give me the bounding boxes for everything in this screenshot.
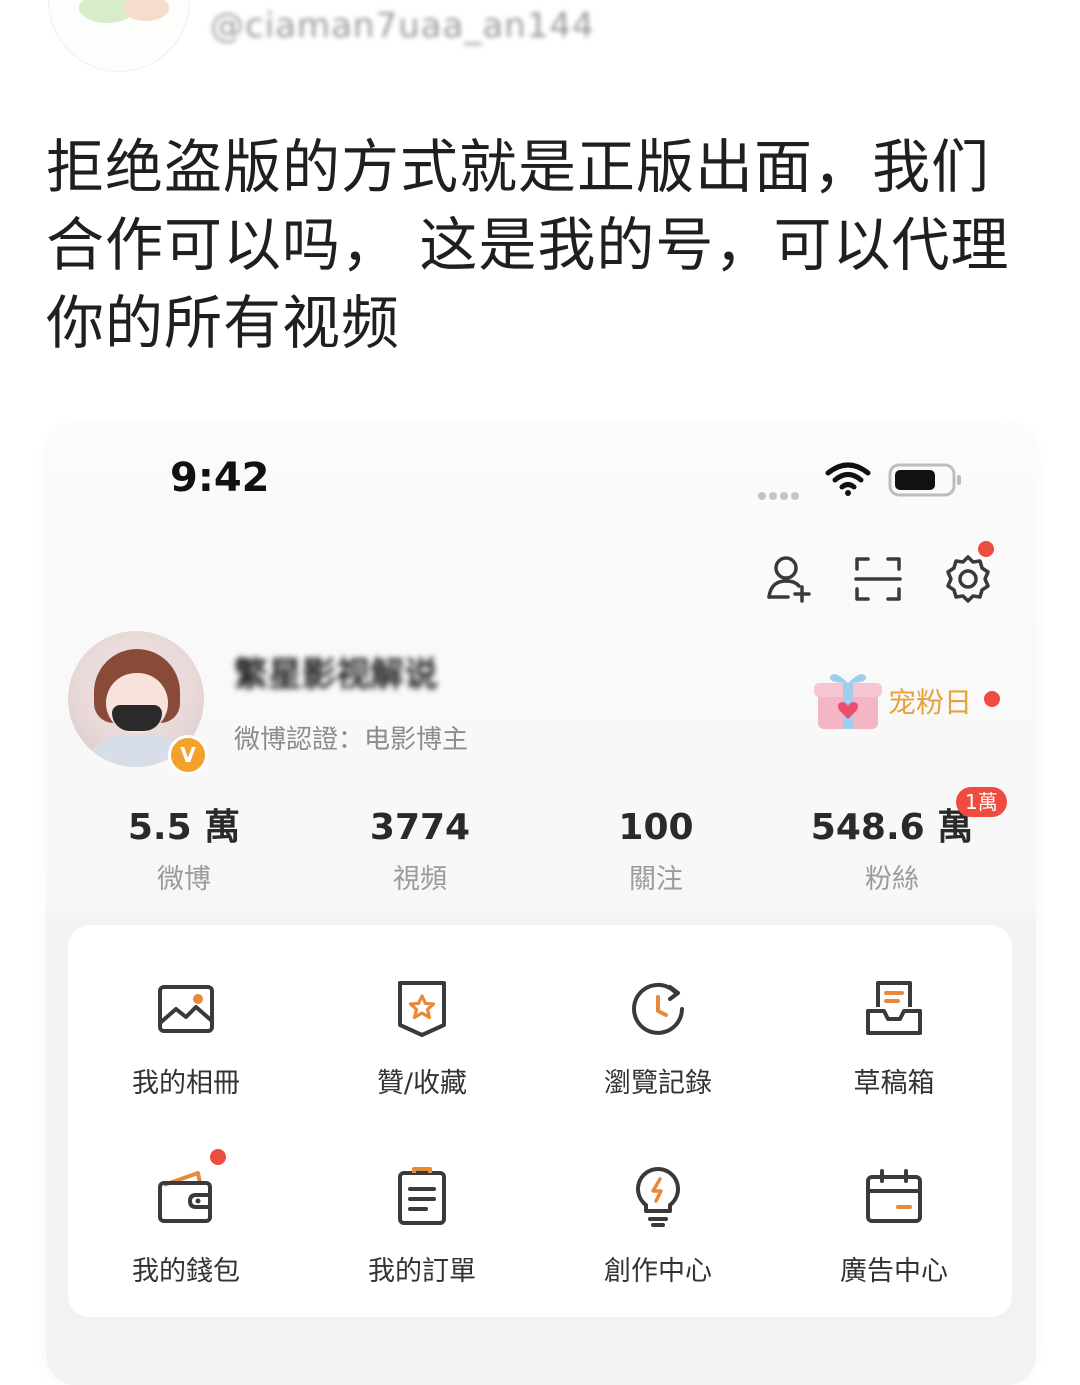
menu-item-creator[interactable]: 創作中心	[540, 1121, 776, 1311]
scan-icon[interactable]	[852, 553, 904, 605]
stat-posts[interactable]: 5.5 萬 微博	[84, 803, 284, 896]
notification-dot	[978, 541, 994, 557]
profile-name[interactable]: 繁星影视解说	[234, 647, 438, 696]
menu-item-label: 我的訂單	[368, 1256, 476, 1287]
menu-item-label: 草稿箱	[853, 1068, 935, 1099]
menu-item-label: 贊/收藏	[376, 1068, 468, 1099]
menu-item-label: 瀏覽記錄	[604, 1068, 712, 1099]
drafts-icon	[866, 981, 922, 1035]
stat-value: 5.5 萬	[127, 807, 241, 848]
menu-item-label: 創作中心	[604, 1256, 712, 1287]
ad-center-icon	[866, 1169, 922, 1223]
new-followers-badge: 1萬	[956, 787, 1007, 817]
stat-following[interactable]: 100 關注	[556, 803, 756, 896]
fan-day-label[interactable]: 宠粉日	[888, 681, 972, 721]
stat-videos[interactable]: 3774 視頻	[320, 803, 520, 896]
menu-item-history[interactable]: 瀏覽記錄	[540, 933, 776, 1123]
stat-value: 3774	[369, 807, 471, 848]
menu-item-favorites[interactable]: 贊/收藏	[304, 933, 540, 1123]
stat-value: 100	[618, 807, 694, 848]
notification-dot	[984, 691, 1000, 707]
add-friend-icon[interactable]	[764, 553, 816, 605]
certification-label: 微博認證：电影博主	[234, 725, 469, 755]
function-grid: 我的相冊 贊/收藏 瀏覽記錄 草稿箱 我的錢包 我的訂單 創作中心 廣告中心	[68, 925, 1012, 1317]
photo-album-icon	[158, 985, 214, 1033]
poster-handle[interactable]: @ciaman7uaa_an144	[210, 6, 595, 46]
menu-item-ads[interactable]: 廣告中心	[776, 1121, 1012, 1311]
menu-item-drafts[interactable]: 草稿箱	[776, 933, 1012, 1123]
stat-label: 關注	[629, 864, 683, 895]
menu-item-wallet[interactable]: 我的錢包	[68, 1121, 304, 1311]
status-time: 9:42	[170, 455, 270, 501]
verified-badge: V	[168, 735, 208, 775]
wifi-icon	[825, 462, 871, 496]
notification-dot	[210, 1149, 226, 1165]
poster-avatar[interactable]	[48, 0, 190, 72]
stat-label: 視頻	[393, 864, 447, 895]
post-text: 拒绝盗版的方式就是正版出面，我们合作可以吗， 这是我的号，可以代理你的所有视频	[46, 133, 1010, 357]
menu-item-album[interactable]: 我的相冊	[68, 933, 304, 1123]
menu-item-label: 我的相冊	[132, 1068, 240, 1099]
profile-screenshot: 9:42 V 繁星影视解说 微博認證：电影博主 宠粉日 5.5 萬 微博 377…	[46, 425, 1036, 1385]
menu-item-label: 廣告中心	[840, 1256, 948, 1287]
wallet-icon	[158, 1171, 212, 1223]
stat-label: 微博	[157, 864, 211, 895]
favorites-icon	[398, 981, 446, 1037]
menu-item-label: 我的錢包	[132, 1256, 240, 1287]
battery-icon	[888, 463, 961, 497]
stat-followers[interactable]: 548.6 萬 粉絲	[792, 803, 992, 896]
menu-item-orders[interactable]: 我的訂單	[304, 1121, 540, 1311]
stat-label: 粉絲	[865, 864, 919, 895]
avatar-art	[123, 0, 169, 21]
settings-icon[interactable]	[942, 553, 994, 605]
gift-icon[interactable]	[812, 667, 884, 733]
creator-center-icon	[636, 1167, 680, 1227]
history-icon	[632, 982, 684, 1035]
signal-icon	[758, 485, 802, 504]
orders-icon	[398, 1167, 446, 1225]
